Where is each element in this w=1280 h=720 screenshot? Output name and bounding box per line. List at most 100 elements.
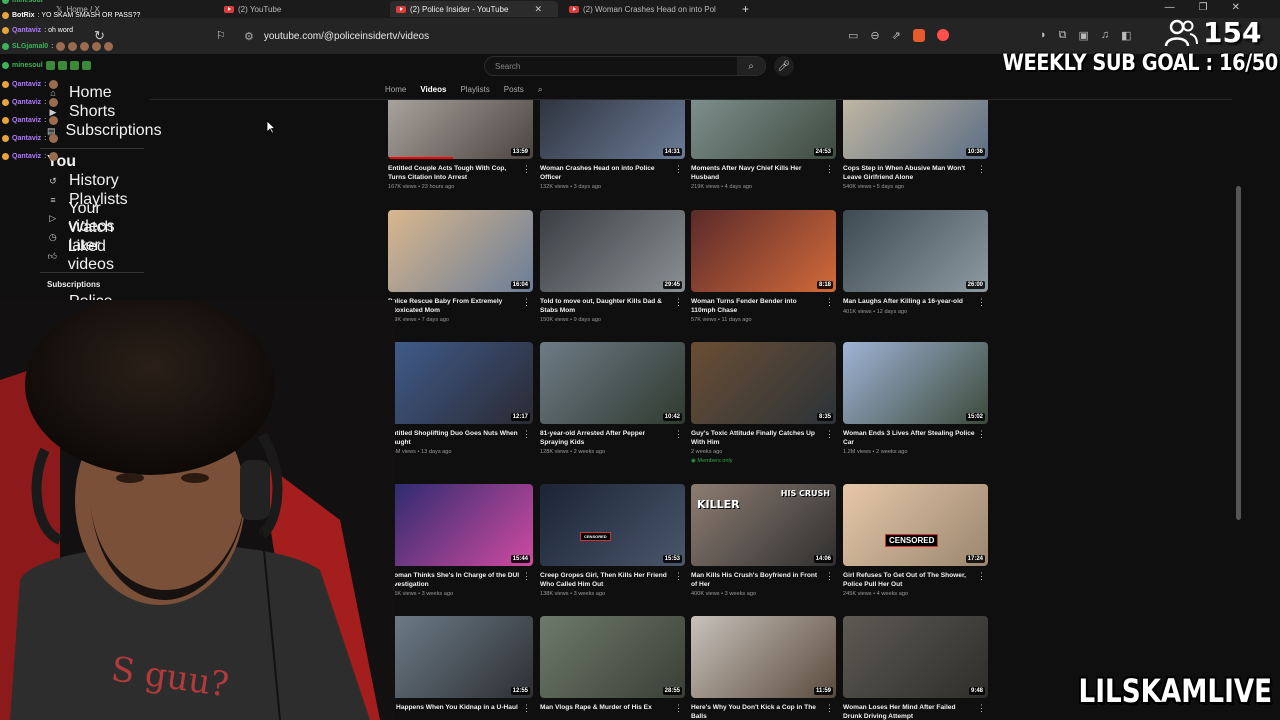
- tab-videos[interactable]: Videos: [420, 85, 446, 94]
- video-title[interactable]: Man Laughs After Killing a 16-year-old: [843, 298, 975, 307]
- picture-in-picture-icon[interactable]: ▣: [1079, 29, 1089, 42]
- video-thumbnail[interactable]: 9:48: [843, 616, 988, 698]
- music-icon[interactable]: ♫: [1101, 29, 1109, 42]
- video-title[interactable]: Woman Crashes Head on into Police Office…: [540, 165, 672, 182]
- zoom-icon[interactable]: ⊖: [870, 29, 879, 42]
- video-thumbnail[interactable]: 12:17: [388, 342, 533, 424]
- sidebar-item-liked-videos[interactable]: 👍︎ Liked videos: [47, 238, 147, 273]
- more-options-icon[interactable]: ⋮: [977, 164, 986, 175]
- sidebar-item-history[interactable]: ↺ History: [47, 172, 147, 189]
- video-thumbnail[interactable]: 26:00: [843, 210, 988, 292]
- video-title[interactable]: Guy's Toxic Attitude Finally Catches Up …: [691, 430, 823, 447]
- video-thumbnail[interactable]: 11:59: [691, 616, 836, 698]
- video-card[interactable]: 16:04 Police Rescue Baby From Extremely I…: [388, 210, 533, 323]
- video-thumbnail[interactable]: 8:18: [691, 210, 836, 292]
- video-thumbnail[interactable]: KILLER HIS CRUSH 14:06: [691, 484, 836, 566]
- video-title[interactable]: Man Kills His Crush's Boyfriend in Front…: [691, 572, 823, 589]
- more-options-icon[interactable]: ⋮: [522, 703, 531, 714]
- video-card[interactable]: 14:31 Woman Crashes Head on into Police O…: [540, 100, 685, 190]
- video-card[interactable]: CENSORED 17:24 Girl Refuses To Get Out of …: [843, 484, 988, 597]
- video-title[interactable]: Entitled Couple Acts Tough With Cop, Tur…: [388, 165, 520, 182]
- audio-icon[interactable]: ◗: [1040, 29, 1047, 42]
- video-thumbnail[interactable]: 15:02: [843, 342, 988, 424]
- more-options-icon[interactable]: ⋮: [674, 164, 683, 175]
- video-card[interactable]: 8:18 Woman Turns Fender Bender into 110mp…: [691, 210, 836, 323]
- close-tab-icon[interactable]: ✕: [534, 4, 542, 15]
- more-options-icon[interactable]: ⋮: [977, 429, 986, 440]
- video-thumbnail[interactable]: 10:42: [540, 342, 685, 424]
- more-options-icon[interactable]: ⋮: [674, 571, 683, 582]
- video-card[interactable]: 15:02 Woman Ends 3 Lives After Stealing P…: [843, 342, 988, 455]
- more-options-icon[interactable]: ⋮: [522, 297, 531, 308]
- channel-search-icon[interactable]: ⌕: [538, 84, 543, 95]
- video-card[interactable]: 24:53 Moments After Navy Chief Kills Her …: [691, 100, 836, 190]
- brave-shield-icon[interactable]: [912, 29, 925, 42]
- notification-icon[interactable]: [936, 29, 949, 41]
- more-options-icon[interactable]: ⋮: [977, 297, 986, 308]
- video-thumbnail[interactable]: 24:53: [691, 100, 836, 159]
- video-card[interactable]: 12:55 nt Happens When You Kidnap in a U-H…: [388, 616, 533, 713]
- tab-playlists[interactable]: Playlists: [460, 85, 489, 94]
- video-title[interactable]: Woman Loses Her Mind After Failed Drunk …: [843, 704, 975, 720]
- video-thumbnail[interactable]: 12:55: [388, 616, 533, 698]
- tab-youtube-home[interactable]: (2) YouTube: [218, 1, 388, 17]
- video-thumbnail[interactable]: CENSORED 17:24: [843, 484, 988, 566]
- address-bar[interactable]: ⚙ youtube.com/@policeinsidertv/videos: [238, 25, 838, 47]
- video-thumbnail[interactable]: 13:59: [388, 100, 533, 159]
- video-thumbnail[interactable]: 28:55: [540, 616, 685, 698]
- tab-woman-crashes[interactable]: (2) Woman Crashes Head on into Pol: [563, 1, 733, 17]
- video-card[interactable]: 29:45 Told to move out, Daughter Kills Da…: [540, 210, 685, 323]
- search-icon[interactable]: ⌕: [737, 57, 765, 75]
- video-thumbnail[interactable]: 15:44: [388, 484, 533, 566]
- tab-posts[interactable]: Posts: [504, 85, 524, 94]
- site-info-icon[interactable]: ⚙: [244, 30, 254, 43]
- video-card[interactable]: 13:59 Entitled Couple Acts Tough With Cop…: [388, 100, 533, 190]
- bookmark-icon[interactable]: ⚐: [216, 29, 226, 42]
- maximize-icon[interactable]: ❐: [1199, 2, 1208, 13]
- video-thumbnail[interactable]: 16:04: [388, 210, 533, 292]
- video-card[interactable]: KILLER HIS CRUSH 14:06 Man Kills His Crush'…: [691, 484, 836, 597]
- video-title[interactable]: Entitled Shoplifting Duo Goes Nuts When …: [388, 430, 520, 447]
- search-input[interactable]: Search ⌕: [484, 56, 766, 76]
- more-options-icon[interactable]: ⋮: [977, 703, 986, 714]
- video-title[interactable]: Woman Ends 3 Lives After Stealing Police…: [843, 430, 975, 447]
- video-card[interactable]: 12:17 Entitled Shoplifting Duo Goes Nuts …: [388, 342, 533, 455]
- more-options-icon[interactable]: ⋮: [674, 429, 683, 440]
- video-thumbnail[interactable]: 8:35: [691, 342, 836, 424]
- page-scrollbar[interactable]: [1236, 186, 1241, 520]
- video-thumbnail[interactable]: CENSORED 15:53: [540, 484, 685, 566]
- video-title[interactable]: Creep Gropes Girl, Then Kills Her Friend…: [540, 572, 672, 589]
- more-options-icon[interactable]: ⋮: [674, 297, 683, 308]
- video-title[interactable]: 81-year-old Arrested After Pepper Sprayi…: [540, 430, 672, 447]
- video-card[interactable]: 9:48 Woman Loses Her Mind After Failed Dr…: [843, 616, 988, 720]
- minimize-icon[interactable]: —: [1165, 2, 1175, 13]
- video-title[interactable]: Police Rescue Baby From Extremely Intoxi…: [388, 298, 520, 315]
- more-options-icon[interactable]: ⋮: [825, 703, 834, 714]
- video-title[interactable]: Told to move out, Daughter Kills Dad & S…: [540, 298, 672, 315]
- mic-icon[interactable]: 🎤︎: [774, 56, 794, 76]
- video-card[interactable]: 15:44 Woman Thinks She's In Charge of the…: [388, 484, 533, 597]
- share-icon[interactable]: ⇗: [892, 29, 901, 42]
- more-options-icon[interactable]: ⋮: [522, 164, 531, 175]
- video-thumbnail[interactable]: 29:45: [540, 210, 685, 292]
- video-title[interactable]: nt Happens When You Kidnap in a U-Haul: [388, 704, 520, 713]
- sidebar-icon[interactable]: ◧: [1121, 29, 1131, 42]
- video-thumbnail[interactable]: 10:36: [843, 100, 988, 159]
- more-options-icon[interactable]: ⋮: [977, 571, 986, 582]
- more-options-icon[interactable]: ⋮: [825, 571, 834, 582]
- more-options-icon[interactable]: ⋮: [522, 429, 531, 440]
- video-thumbnail[interactable]: 14:31: [540, 100, 685, 159]
- video-card[interactable]: 8:35 Guy's Toxic Attitude Finally Catches…: [691, 342, 836, 464]
- tab-home[interactable]: Home: [385, 85, 406, 94]
- video-title[interactable]: Moments After Navy Chief Kills Her Husba…: [691, 165, 823, 182]
- extensions-icon[interactable]: ⧉: [1059, 29, 1067, 42]
- video-card[interactable]: 11:59 Here's Why You Don't Kick a Cop in …: [691, 616, 836, 720]
- video-card[interactable]: 28:55 Man Vlogs Rape & Murder of His Ex ⋮: [540, 616, 685, 713]
- video-card[interactable]: 10:42 81-year-old Arrested After Pepper S…: [540, 342, 685, 455]
- video-title[interactable]: Cops Step in When Abusive Man Won't Leav…: [843, 165, 975, 182]
- video-title[interactable]: Girl Refuses To Get Out of The Shower, P…: [843, 572, 975, 589]
- more-options-icon[interactable]: ⋮: [825, 297, 834, 308]
- new-tab-button[interactable]: +: [736, 1, 755, 17]
- tab-police-insider[interactable]: (2) Police Insider - YouTube ✕: [390, 1, 558, 17]
- more-options-icon[interactable]: ⋮: [522, 571, 531, 582]
